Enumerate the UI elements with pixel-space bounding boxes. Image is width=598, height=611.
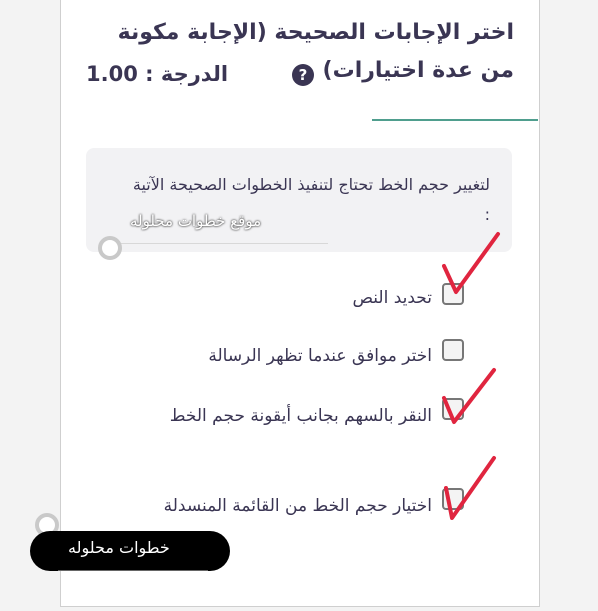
- watermark-text: موقع خطوات محلوله: [130, 212, 262, 230]
- overlay-underline: [58, 570, 208, 571]
- slider-knob[interactable]: [98, 236, 122, 260]
- option-label: اختر موافق عندما تظهر الرسالة: [208, 346, 432, 366]
- option-label: تحديد النص: [352, 288, 432, 308]
- option-label: اختيار حجم الخط من القائمة المنسدلة: [163, 496, 432, 516]
- overlay-badge-text: خطوات محلوله: [68, 538, 170, 557]
- slider-track: [110, 243, 328, 244]
- red-checkmark: [444, 456, 496, 520]
- option-label: النقر بالسهم بجانب أيقونة حجم الخط: [169, 406, 432, 426]
- question-header: اختر الإجابات الصحيحة (الإجابة مكونة من …: [60, 0, 538, 120]
- grade-label: الدرجة : 1.00: [86, 62, 229, 86]
- header-accent-line: [372, 119, 538, 121]
- option-checkbox[interactable]: [442, 339, 464, 361]
- red-checkmark: [442, 232, 500, 294]
- red-checkmark: [442, 368, 496, 424]
- question-circle-icon[interactable]: ?: [292, 64, 314, 86]
